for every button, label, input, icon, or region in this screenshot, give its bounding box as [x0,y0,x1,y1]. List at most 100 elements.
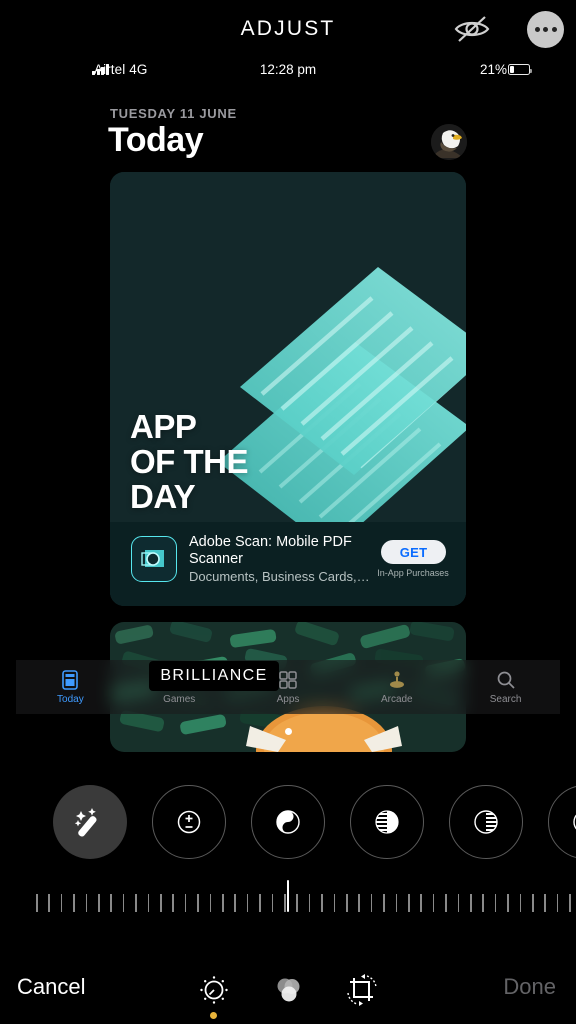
slider-tick [494,894,497,912]
slider-tick [519,894,522,912]
slider-tick [48,894,50,912]
slider-tick [321,894,323,912]
adjustment-strip[interactable] [0,785,576,873]
slider-tick [420,894,422,912]
adjustment-highlights[interactable] [350,785,424,859]
slider-tick [333,894,336,912]
slider-tick [445,894,447,912]
slider-tick [147,894,150,912]
editor-top-bar: ADJUST [0,0,576,57]
filters-icon [277,978,300,1002]
crop-rotate-icon [347,974,377,1006]
adjust-tool-button[interactable] [192,970,236,1010]
editor-bottom-bar: Cancel Done [0,954,576,1024]
tab-label: Today [57,694,84,705]
slider-tick [544,894,546,912]
slider-tick [184,894,187,912]
status-bar: Airtel 4G 12:28 pm 21% [16,57,560,83]
tab-search[interactable]: Search [451,669,560,705]
ellipsis-icon[interactable] [527,11,564,48]
today-heading: Today [108,121,204,159]
slider-tick [556,894,559,912]
slider-tick [284,894,286,912]
slider-tick [209,894,212,912]
app-of-the-day-card[interactable]: APP OF THE DAY Adobe Scan: Mobile PDF Scan… [110,172,466,606]
dot [534,27,540,32]
crop-tool-button[interactable] [340,970,384,1010]
slider-tick [395,894,398,912]
magic-wand-icon [74,808,97,837]
slider-tick [172,894,174,912]
highlights-icon [375,810,399,834]
slider-tick [197,894,199,912]
exposure-icon [177,810,201,834]
photo-editor-screen: ADJUST Airtel 4G 12:28 pm 21% TUESDAY 11… [0,0,576,1024]
brilliance-icon [276,810,300,834]
get-button[interactable]: GET [381,540,446,564]
slider-tick [234,894,236,912]
active-tool-indicator [210,1012,217,1019]
slider-tick [60,894,63,912]
dot [551,27,557,32]
slider-tick [383,894,385,912]
slider-tick [36,894,38,912]
slider-tick [271,894,274,912]
eye-slash-icon[interactable] [450,12,494,46]
slider-tick [246,894,249,912]
contrast-icon [573,814,576,830]
battery-icon [508,64,532,75]
adjustment-contrast[interactable] [548,785,576,859]
adjustment-brilliance[interactable] [251,785,325,859]
slider-tick [358,894,360,912]
slider-tick [457,894,460,912]
shadows-icon [474,810,498,834]
today-icon [62,670,79,690]
dial-icon [200,976,228,1004]
search-icon [497,671,515,689]
adobe-scan-icon [131,536,177,582]
battery-percent: 21% [479,62,507,77]
slider-tick [73,894,75,912]
slider-tick [296,894,298,912]
slider-tick [98,894,100,912]
slider-tick [122,894,125,912]
avatar[interactable] [431,124,467,160]
adjustment-auto[interactable] [53,785,127,859]
card-headline: APP OF THE DAY [130,408,249,515]
slider-tick [482,894,484,912]
tab-label: Search [489,694,522,705]
slider-thumb[interactable] [287,880,290,912]
today-date: TUESDAY 11 JUNE [110,106,237,121]
active-adjustment-label: BRILLIANCE [149,661,279,691]
page-indicator-dot [285,728,292,735]
slider-tick [346,894,348,912]
filters-tool-button[interactable] [266,970,310,1010]
slider-tick [222,894,224,912]
slider-tick [135,894,137,912]
tab-arcade[interactable]: Arcade [342,669,451,705]
arcade-icon [389,671,404,688]
slider-tick [569,894,571,912]
photo-canvas[interactable]: Airtel 4G 12:28 pm 21% TUESDAY 11 JUNE T… [16,57,560,760]
cancel-button[interactable]: Cancel [17,974,85,1000]
tab-label: Arcade [380,694,413,705]
slider-tick [470,894,472,912]
app-store-tab-bar: Today Games Apps Arcade Search BRILLIANC… [16,660,560,714]
done-button[interactable]: Done [503,974,556,1000]
tab-today[interactable]: Today [16,669,125,705]
in-app-purchases-note: In-App Purchases [377,568,449,578]
adjustment-slider[interactable] [0,880,576,920]
tab-label: Apps [276,694,300,705]
card-app-row: Adobe Scan: Mobile PDF Scanner Documents… [110,522,466,606]
slider-tick [507,894,509,912]
dot [543,27,548,32]
slider-tick [110,894,112,912]
app-name: Adobe Scan: Mobile PDF Scanner [189,534,352,567]
adjustment-exposure[interactable] [152,785,226,859]
slider-tick [308,894,311,912]
adjustment-shadows[interactable] [449,785,523,859]
slider-tick [432,894,435,912]
tab-label: Games [163,694,196,705]
slider-tick [532,894,534,912]
slider-tick [370,894,373,912]
